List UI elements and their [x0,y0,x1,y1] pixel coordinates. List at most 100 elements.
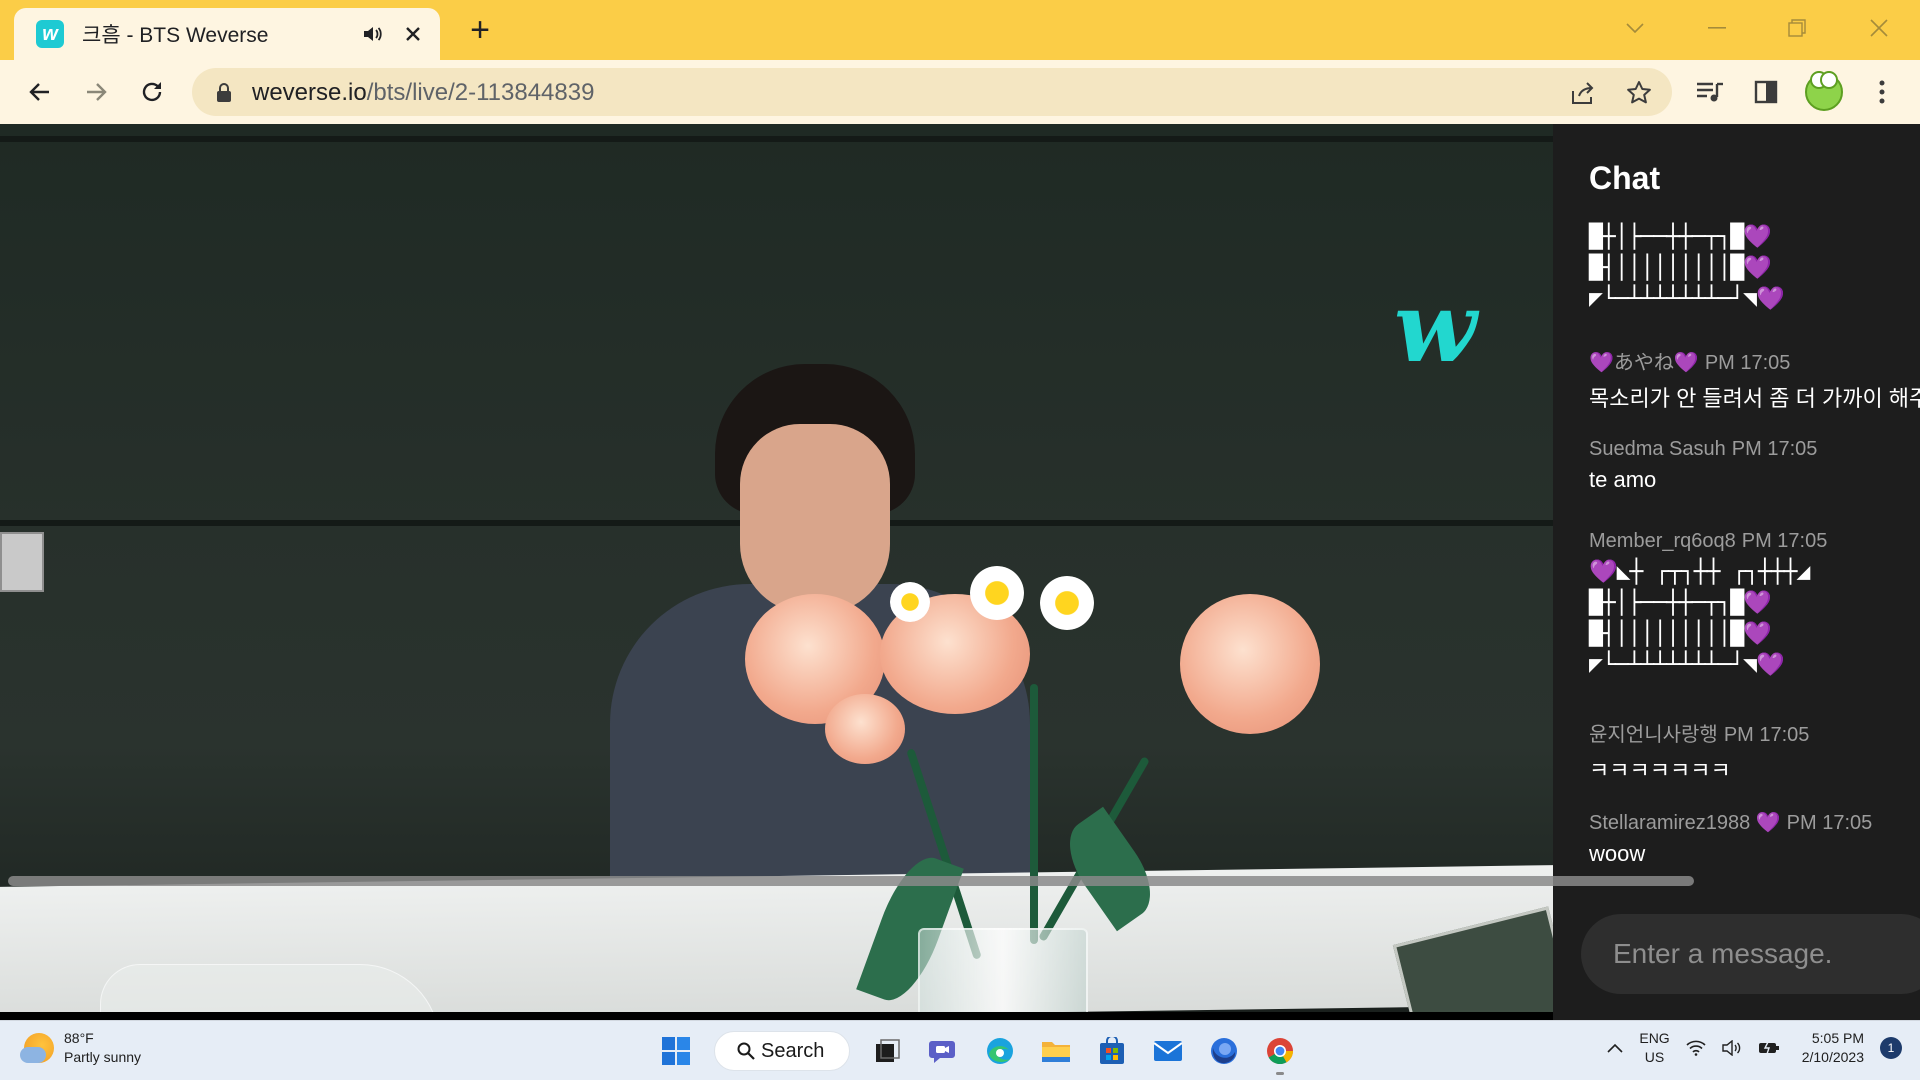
tab-title: 크흠 - BTS Weverse [82,24,269,47]
speaker-icon[interactable] [360,21,386,47]
plastic-bag [100,964,440,1012]
search-label: Search [761,1039,825,1062]
edge-browser-icon[interactable] [976,1029,1024,1073]
chat-text: 💜◣┼ ┌┬┐┼┼ ┌┐┼┼┼◢ [1589,559,1810,585]
weverse-favicon-icon: w [36,20,64,48]
forward-button[interactable] [76,72,116,112]
wall-switch [0,532,44,592]
system-clock[interactable]: 5:05 PM 2/10/2023 [1802,1029,1864,1067]
taskbar-apps: Search [648,1029,1308,1075]
glass-vase [918,928,1088,1012]
browser-titlebar: w 크흠 - BTS Weverse + [0,0,1920,60]
wall-panel-line [0,136,1553,142]
chat-username[interactable]: 💜あやね💜 [1589,352,1699,374]
chat-time: PM 17:05 [1704,352,1791,374]
input-language[interactable]: ENG US [1639,1029,1669,1067]
flower-stem [1030,684,1038,944]
lang-region: US [1644,1049,1665,1065]
clock-time: 5:05 PM [1811,1030,1864,1046]
chat-art-line: █┤│││││││││█💜 [1589,621,1772,647]
reload-button[interactable] [132,72,172,112]
chat-time: PM 17:05 [1731,438,1818,460]
frog-avatar-icon [1805,71,1843,111]
peony-flower [1180,594,1320,734]
back-button[interactable] [20,72,60,112]
search-icon [737,1042,755,1060]
chat-message-art: █┼│├──┼┼─┬┐█💜 █┤│││││││││█💜 ◤└─┴┴┴┴┴┴┴─┘… [1589,222,1920,315]
chrome-icon[interactable] [1256,1029,1304,1075]
teams-chat-icon[interactable] [920,1029,968,1073]
chat-username[interactable]: Member_rq6oq8 [1589,530,1736,552]
streamer [540,244,1060,1004]
bookmark-star-icon[interactable] [1622,76,1656,110]
lock-icon[interactable] [216,83,232,108]
chat-username[interactable]: Suedma Sasuh [1589,438,1726,460]
media-controls-icon[interactable] [1690,72,1730,112]
url-text: weverse.io/bts/live/2-113844839 [252,79,594,107]
reload-icon [142,82,162,102]
peony-flower [825,694,905,764]
file-explorer-icon[interactable] [1032,1029,1080,1073]
volume-icon[interactable] [1722,1040,1742,1056]
chat-art-line: ◤└─┴┴┴┴┴┴┴─┘◥💜 [1589,652,1785,678]
face [740,424,890,614]
profile-avatar[interactable] [1804,71,1844,112]
chat-text: ㅋㅋㅋㅋㅋㅋㅋ [1589,758,1731,783]
close-window-icon[interactable] [1856,8,1902,48]
firefox-icon[interactable] [1200,1029,1248,1073]
lang-code: ENG [1639,1030,1670,1046]
wifi-icon[interactable] [1686,1040,1706,1056]
notification-badge[interactable]: 1 [1880,1037,1902,1059]
tab-search-chevron-icon[interactable] [1612,8,1658,48]
chat-art-line: ◤└─┴┴┴┴┴┴┴─┘◥💜 [1589,286,1785,312]
active-app-indicator [1276,1072,1284,1075]
chat-art-line: █┼│├──┼┼─┬┐█💜 [1589,224,1772,250]
daisy-flower [1040,576,1094,630]
chat-username[interactable]: 윤지언니사랑행 [1589,724,1718,746]
chat-title: Chat [1589,160,1661,196]
chat-time: PM 17:05 [1741,530,1828,552]
horizontal-scrollbar[interactable] [8,876,1694,886]
chat-message: Member_rq6oq8 PM 17:05 💜◣┼ ┌┬┐┼┼ ┌┐┼┼┼◢ █… [1589,530,1920,681]
chevron-up-icon[interactable] [1607,1043,1623,1053]
chat-text: woow [1589,841,1646,866]
address-bar[interactable]: weverse.io/bts/live/2-113844839 [192,68,1672,116]
url-path: /bts/live/2-113844839 [366,79,595,106]
chat-art-line: █┼│├──┼┼─┬┐█💜 [1589,590,1772,616]
chat-text: te amo [1589,467,1657,492]
arrow-right-icon [87,83,107,101]
browser-menu-button[interactable] [1862,72,1902,112]
taskbar-search[interactable]: Search [714,1031,850,1071]
microsoft-store-icon[interactable] [1088,1029,1136,1073]
chat-message: 윤지언니사랑행 PM 17:05 ㅋㅋㅋㅋㅋㅋㅋ [1589,718,1920,785]
chat-time: PM 17:05 [1723,724,1810,746]
daisy-flower [890,582,930,622]
task-view-icon[interactable] [864,1029,912,1073]
windows-start-icon[interactable] [652,1029,700,1073]
chat-message-input[interactable] [1613,938,1920,970]
minimize-icon[interactable] [1694,8,1740,48]
battery-icon[interactable] [1758,1041,1780,1055]
weather-widget[interactable]: 88°F Partly sunny [20,1029,142,1067]
chat-message: 💜あやね💜 PM 17:05 목소리가 안 들려서 좀 더 가까이 해주 [1589,346,1920,413]
chat-message: Suedma Sasuh PM 17:05 te amo [1589,438,1920,493]
url-host: weverse.io [252,79,367,106]
new-tab-button[interactable]: + [462,11,498,49]
chat-text: 목소리가 안 들려서 좀 더 가까이 해주 [1589,386,1920,411]
tab-weverse[interactable]: w 크흠 - BTS Weverse [14,8,440,60]
chat-input-box[interactable] [1581,914,1920,994]
restore-icon[interactable] [1774,8,1820,48]
mail-icon[interactable] [1144,1029,1192,1073]
chat-time: PM 17:05 [1786,812,1873,834]
daisy-flower [970,566,1024,620]
share-icon[interactable] [1566,76,1600,110]
chat-message: Stellaramirez1988 💜 PM 17:05 woow [1589,810,1920,867]
chat-art-line: █┤│││││││││█💜 [1589,255,1772,281]
close-tab-icon[interactable] [400,21,426,47]
windows-taskbar: 88°F Partly sunny Search ENG US 5:05 PM … [0,1020,1920,1080]
weather-condition: Partly sunny [64,1049,142,1065]
arrow-left-icon [29,83,49,101]
chat-username[interactable]: Stellaramirez1988 💜 [1589,812,1781,834]
browser-toolbar: weverse.io/bts/live/2-113844839 [0,60,1920,124]
side-panel-icon[interactable] [1746,72,1786,112]
